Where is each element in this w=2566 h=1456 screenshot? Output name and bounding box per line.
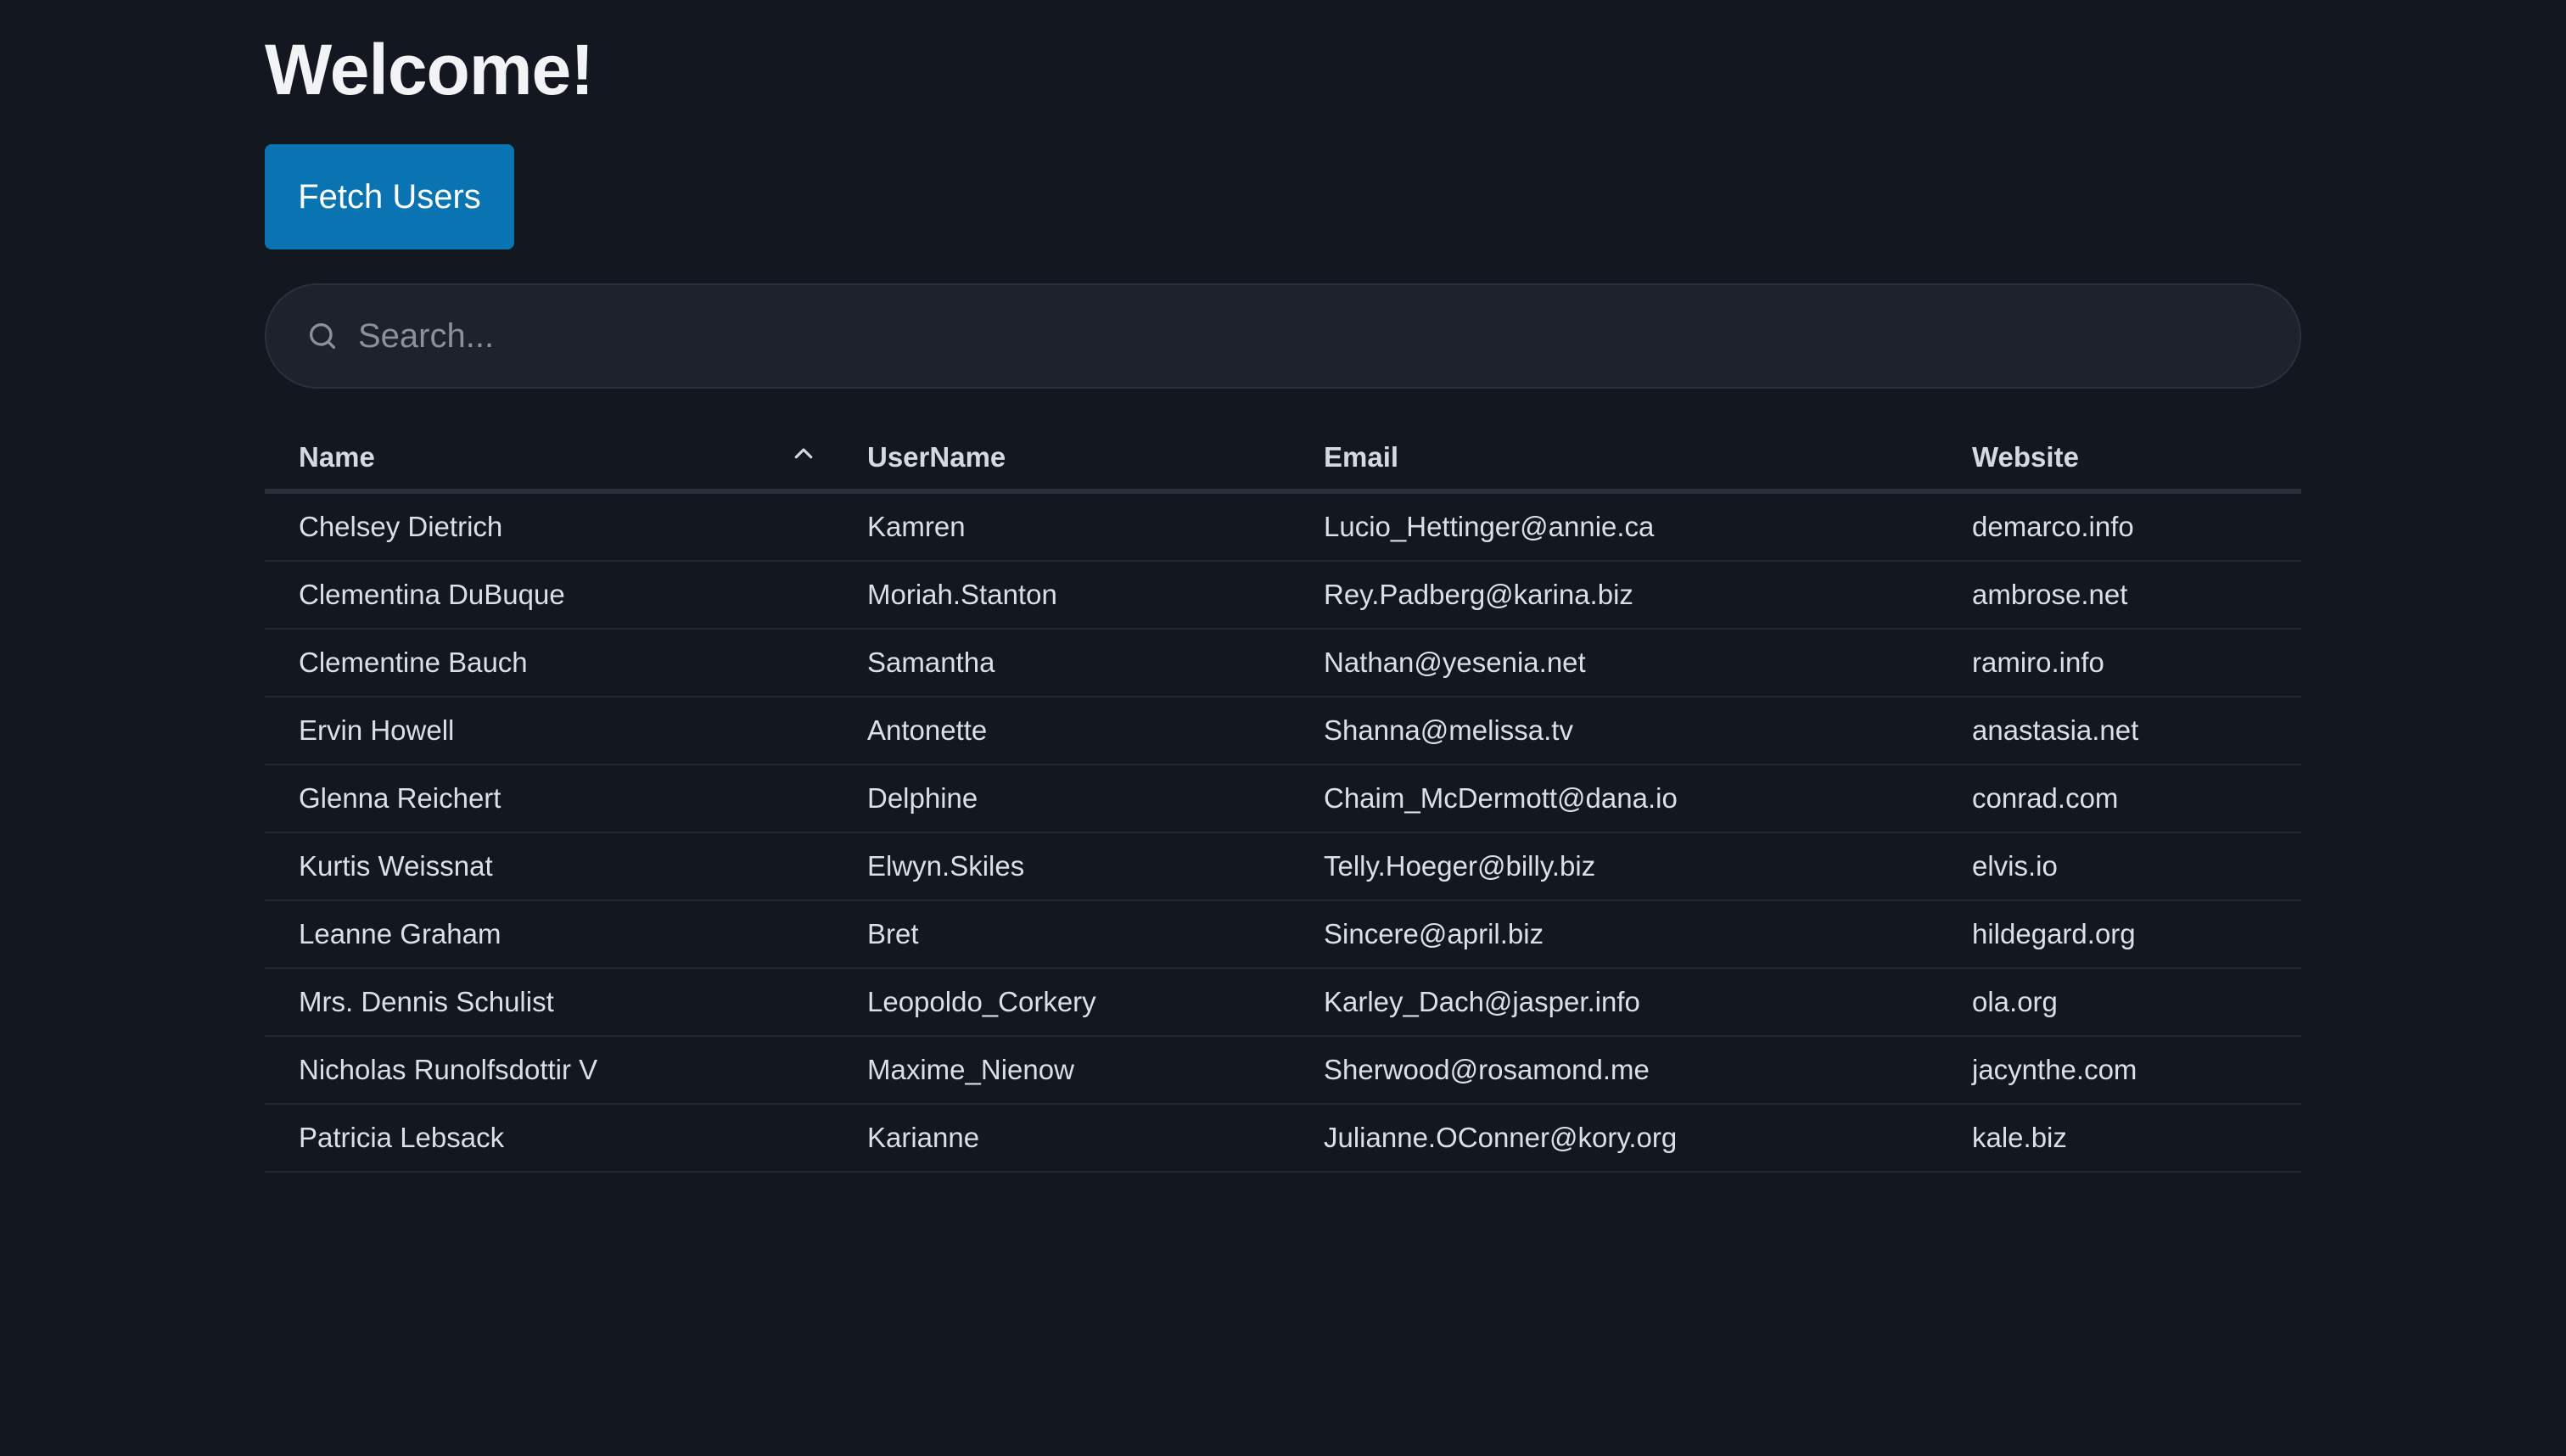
website-cell: kale.biz <box>1972 1122 2067 1153</box>
column-header-website[interactable]: Website <box>1972 441 2079 473</box>
fetch-users-button[interactable]: Fetch Users <box>265 144 514 249</box>
table-body: Chelsey Dietrich Kamren Lucio_Hettinger@an… <box>265 494 2301 1173</box>
username-cell: Samantha <box>867 647 995 678</box>
name-cell: Kurtis Weissnat <box>299 850 493 882</box>
table-row: Chelsey Dietrich Kamren Lucio_Hettinger@an… <box>265 494 2301 562</box>
table-row: Mrs. Dennis Schulist Leopoldo_Corkery Karl… <box>265 969 2301 1037</box>
search-input[interactable] <box>356 284 2300 388</box>
website-cell: ramiro.info <box>1972 647 2104 678</box>
email-cell: Sherwood@rosamond.me <box>1324 1054 1650 1085</box>
table-row: Glenna Reichert Delphine Chaim_McDermott@d… <box>265 765 2301 833</box>
username-cell: Delphine <box>867 782 978 814</box>
website-cell: jacynthe.com <box>1972 1054 2137 1085</box>
search-bar[interactable] <box>265 283 2301 389</box>
column-header-username[interactable]: UserName <box>867 441 1006 473</box>
page-title: Welcome! <box>265 30 594 109</box>
username-cell: Antonette <box>867 714 988 746</box>
username-cell: Leopoldo_Corkery <box>867 986 1096 1017</box>
website-cell: elvis.io <box>1972 850 2058 882</box>
name-cell: Chelsey Dietrich <box>299 511 503 542</box>
table-header: Name UserName Email Website <box>265 424 2301 494</box>
name-cell: Mrs. Dennis Schulist <box>299 986 554 1017</box>
email-cell: Sincere@april.biz <box>1324 918 1544 949</box>
username-cell: Moriah.Stanton <box>867 579 1057 610</box>
table-row: Patricia Lebsack Karianne Julianne.OConner… <box>265 1105 2301 1173</box>
username-cell: Bret <box>867 918 919 949</box>
email-cell: Lucio_Hettinger@annie.ca <box>1324 511 1655 542</box>
column-header-email[interactable]: Email <box>1324 441 1398 473</box>
email-cell: Julianne.OConner@kory.org <box>1324 1122 1678 1153</box>
table-row: Kurtis Weissnat Elwyn.Skiles Telly.Hoeger@… <box>265 833 2301 901</box>
website-cell: anastasia.net <box>1972 714 2139 746</box>
table-row: Ervin Howell Antonette Shanna@melissa.tv an… <box>265 697 2301 765</box>
name-cell: Patricia Lebsack <box>299 1122 505 1153</box>
name-cell: Leanne Graham <box>299 918 501 949</box>
users-table: Name UserName Email Website Chelsey Diet… <box>265 424 2301 1173</box>
email-cell: Telly.Hoeger@billy.biz <box>1324 850 1596 882</box>
table-row: Clementine Bauch Samantha Nathan@yesenia.n… <box>265 630 2301 697</box>
name-cell: Clementina DuBuque <box>299 579 565 610</box>
name-cell: Ervin Howell <box>299 714 455 746</box>
search-icon <box>305 319 339 353</box>
column-header-name[interactable]: Name <box>299 441 375 473</box>
email-cell: Nathan@yesenia.net <box>1324 647 1586 678</box>
email-cell: Rey.Padberg@karina.biz <box>1324 579 1633 610</box>
table-row: Clementina DuBuque Moriah.Stanton Rey.Padb… <box>265 562 2301 630</box>
chevron-up-icon[interactable] <box>791 441 816 467</box>
email-cell: Karley_Dach@jasper.info <box>1324 986 1640 1017</box>
username-cell: Elwyn.Skiles <box>867 850 1025 882</box>
website-cell: hildegard.org <box>1972 918 2136 949</box>
website-cell: ola.org <box>1972 986 2058 1017</box>
table-row: Leanne Graham Bret Sincere@april.biz hildeg… <box>265 901 2301 969</box>
name-cell: Clementine Bauch <box>299 647 528 678</box>
username-cell: Karianne <box>867 1122 980 1153</box>
website-cell: ambrose.net <box>1972 579 2128 610</box>
name-cell: Nicholas Runolfsdottir V <box>299 1054 598 1085</box>
username-cell: Maxime_Nienow <box>867 1054 1074 1085</box>
website-cell: demarco.info <box>1972 511 2134 542</box>
table-row: Nicholas Runolfsdottir V Maxime_Nienow She… <box>265 1037 2301 1105</box>
name-cell: Glenna Reichert <box>299 782 501 814</box>
email-cell: Chaim_McDermott@dana.io <box>1324 782 1678 814</box>
email-cell: Shanna@melissa.tv <box>1324 714 1573 746</box>
website-cell: conrad.com <box>1972 782 2119 814</box>
username-cell: Kamren <box>867 511 966 542</box>
